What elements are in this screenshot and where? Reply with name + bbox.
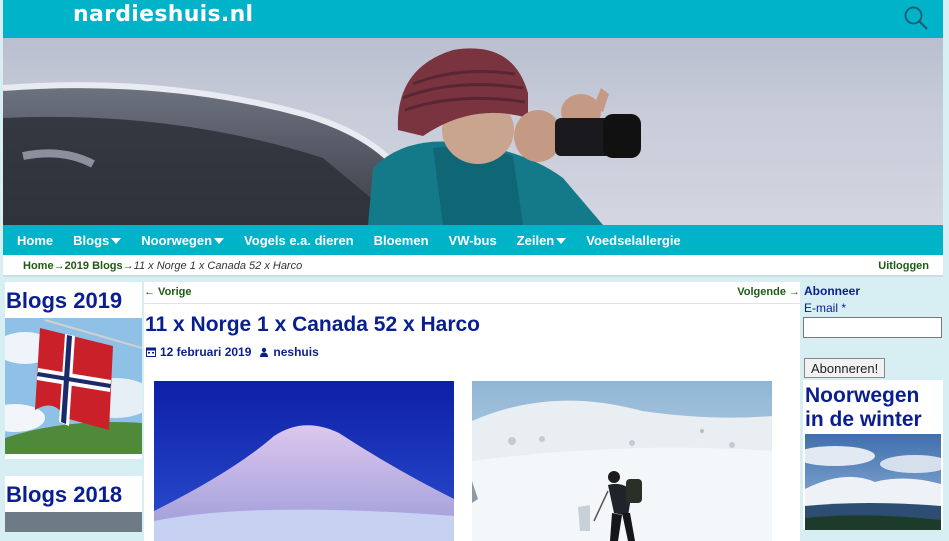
main-nav: Home Blogs Noorwegen Vogels e.a. dieren … <box>3 225 943 255</box>
search-icon[interactable] <box>903 5 929 31</box>
post-author[interactable]: neshuis <box>273 345 318 359</box>
previous-post-link[interactable]: ← Vorige <box>144 286 191 298</box>
post-photo-snowy-mountain[interactable] <box>154 381 454 541</box>
widget-noorwegen-winter[interactable]: Noorwegen in de winter <box>803 380 943 530</box>
post-photo-skier[interactable] <box>472 381 772 541</box>
user-icon <box>260 347 269 357</box>
post-title: 11 x Norge 1 x Canada 52 x Harco <box>145 313 481 336</box>
widget-title[interactable]: Blogs 2019 <box>5 288 142 318</box>
nav-item-blogs[interactable]: Blogs <box>73 232 122 248</box>
nav-item-label: Voedselallergie <box>586 232 681 248</box>
chevron-down-icon <box>111 237 122 244</box>
top-bar: nardieshuis.nl <box>3 0 943 38</box>
nav-item-zeilen[interactable]: Zeilen <box>517 233 567 248</box>
norwegian-flag-image[interactable] <box>0 318 155 454</box>
nav-item-noorwegen[interactable]: Noorwegen <box>141 232 225 248</box>
post-content: ← Vorige Volgende → 11 x Norge 1 x Canad… <box>144 282 800 541</box>
calendar-icon <box>146 347 156 357</box>
nav-item-label: Blogs <box>73 232 110 248</box>
right-sidebar: Abonneer E-mail * Abonneren! Noorwegen i… <box>803 282 943 530</box>
blogs-2018-image[interactable] <box>5 512 142 532</box>
widget-blogs-2018[interactable]: Blogs 2018 <box>5 476 142 532</box>
nav-item-label: Zeilen <box>516 232 555 248</box>
nav-item-label: Vogels e.a. dieren <box>244 232 354 248</box>
nav-item-label: Noorwegen <box>141 232 213 248</box>
email-field[interactable] <box>803 317 942 338</box>
winter-landscape-image[interactable] <box>805 434 941 530</box>
subscribe-button[interactable]: Abonneren! <box>804 358 886 378</box>
page: nardieshuis.nl Home Blogs Noorwegen Voge… <box>0 0 949 541</box>
nav-item-bloemen[interactable]: Bloemen <box>374 233 429 248</box>
chevron-down-icon <box>214 237 225 244</box>
breadcrumb-separator: → <box>122 260 134 272</box>
chevron-down-icon <box>556 237 567 244</box>
nav-item-voedselallergie[interactable]: Voedselallergie <box>586 233 680 248</box>
breadcrumb-home-link[interactable]: Home <box>23 260 54 272</box>
nav-item-label: Bloemen <box>373 232 429 248</box>
breadcrumb-bar: Home→2019 Blogs→11 x Norge 1 x Canada 52… <box>3 255 943 277</box>
breadcrumb-current: 11 x Norge 1 x Canada 52 x Harco <box>133 260 303 272</box>
widget-blogs-2019[interactable]: Blogs 2019 <box>0 282 155 459</box>
header-photo-photographer <box>3 48 641 225</box>
nav-item-label: VW-bus <box>448 232 497 248</box>
logout-link[interactable]: Uitloggen <box>878 260 929 272</box>
post-meta: 12 februari 2019 neshuis <box>146 345 319 359</box>
email-label: E-mail * <box>804 301 847 315</box>
site-title[interactable]: nardieshuis.nl <box>73 2 253 27</box>
next-post-link[interactable]: Volgende → <box>737 286 800 298</box>
sidebar-divider <box>5 459 142 476</box>
nav-item-home[interactable]: Home <box>17 233 53 248</box>
left-sidebar: Blogs 2019 Blogs 2018 <box>0 282 155 532</box>
breadcrumb-section-link[interactable]: 2019 Blogs <box>65 260 123 272</box>
header-image <box>3 38 943 225</box>
breadcrumb: Home→2019 Blogs→11 x Norge 1 x Canada 52… <box>23 260 302 272</box>
nav-item-vogels[interactable]: Vogels e.a. dieren <box>244 233 354 248</box>
nav-item-vw-bus[interactable]: VW-bus <box>449 233 497 248</box>
nav-item-label: Home <box>17 232 54 248</box>
widget-title[interactable]: Noorwegen in de winter <box>805 384 941 432</box>
post-date[interactable]: 12 februari 2019 <box>160 345 251 359</box>
post-navigation: ← Vorige Volgende → <box>144 284 800 304</box>
subscribe-title: Abonneer <box>804 284 861 298</box>
widget-title[interactable]: Blogs 2018 <box>5 482 142 512</box>
breadcrumb-separator: → <box>53 260 65 272</box>
